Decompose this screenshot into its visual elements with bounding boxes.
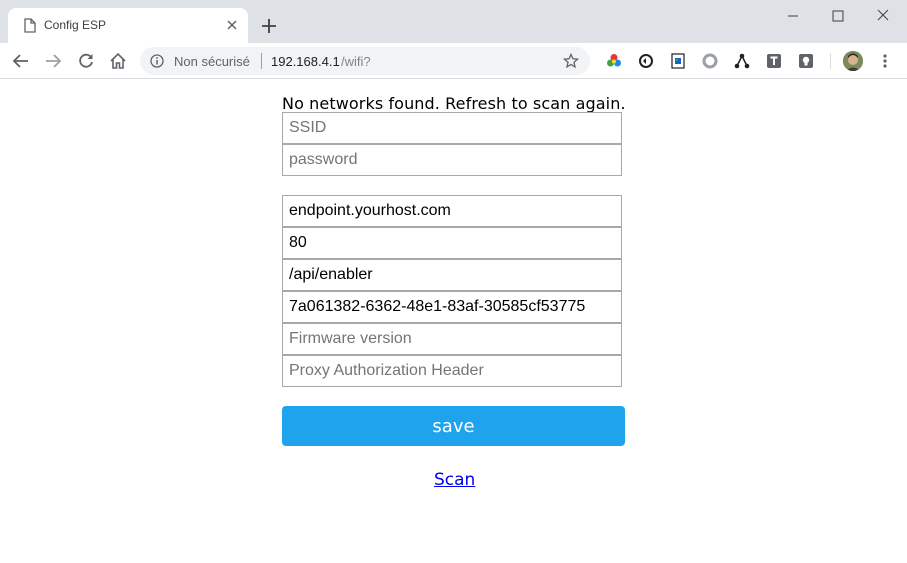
scan-link[interactable]: Scan xyxy=(434,470,475,490)
new-tab-icon[interactable] xyxy=(259,16,279,36)
password-input[interactable] xyxy=(282,144,622,176)
security-label[interactable]: Non sécurisé xyxy=(174,54,250,69)
info-icon[interactable] xyxy=(150,54,164,68)
save-button[interactable]: save xyxy=(282,406,625,446)
proxy-authorization-input[interactable] xyxy=(282,355,622,387)
sheet-extension-icon[interactable] xyxy=(670,53,686,69)
reload-icon[interactable] xyxy=(76,51,96,71)
maximize-icon[interactable] xyxy=(827,6,849,26)
address-divider xyxy=(261,53,262,69)
path-input[interactable] xyxy=(282,259,622,291)
address-bar[interactable]: Non sécurisé 192.168.4.1 /wifi? xyxy=(140,47,590,75)
keep-extension-icon[interactable] xyxy=(798,53,814,69)
bookmark-star-icon[interactable] xyxy=(563,53,579,69)
profile-avatar[interactable] xyxy=(843,51,863,71)
page-content: No networks found. Refresh to scan again… xyxy=(0,80,907,563)
close-window-icon[interactable] xyxy=(872,6,894,26)
network-extension-icon[interactable] xyxy=(734,53,750,69)
more-menu-icon[interactable] xyxy=(880,53,890,69)
tab-title: Config ESP xyxy=(44,18,107,32)
forward-icon[interactable] xyxy=(43,51,63,71)
page-icon xyxy=(24,18,36,33)
token-input[interactable] xyxy=(282,291,622,323)
minimize-icon[interactable] xyxy=(782,6,804,26)
sync-extension-icon[interactable] xyxy=(638,53,654,69)
port-input[interactable] xyxy=(282,227,622,259)
firmware-version-input[interactable] xyxy=(282,323,622,355)
url-host[interactable]: 192.168.4.1 xyxy=(271,54,340,69)
title-bar: Config ESP xyxy=(0,0,907,43)
ssid-input[interactable] xyxy=(282,112,622,144)
browser-tab[interactable]: Config ESP xyxy=(8,8,248,43)
back-icon[interactable] xyxy=(11,51,31,71)
color-picker-extension-icon[interactable] xyxy=(606,53,622,69)
circle-extension-icon[interactable] xyxy=(702,53,718,69)
url-path[interactable]: /wifi? xyxy=(341,54,371,69)
browser-toolbar: Non sécurisé 192.168.4.1 /wifi? xyxy=(0,43,907,79)
scan-status-message: No networks found. Refresh to scan again… xyxy=(282,94,626,113)
home-icon[interactable] xyxy=(108,51,128,71)
close-tab-icon[interactable] xyxy=(224,17,240,33)
host-input[interactable] xyxy=(282,195,622,227)
toolbar-divider xyxy=(830,53,831,69)
text-extension-icon[interactable] xyxy=(766,53,782,69)
